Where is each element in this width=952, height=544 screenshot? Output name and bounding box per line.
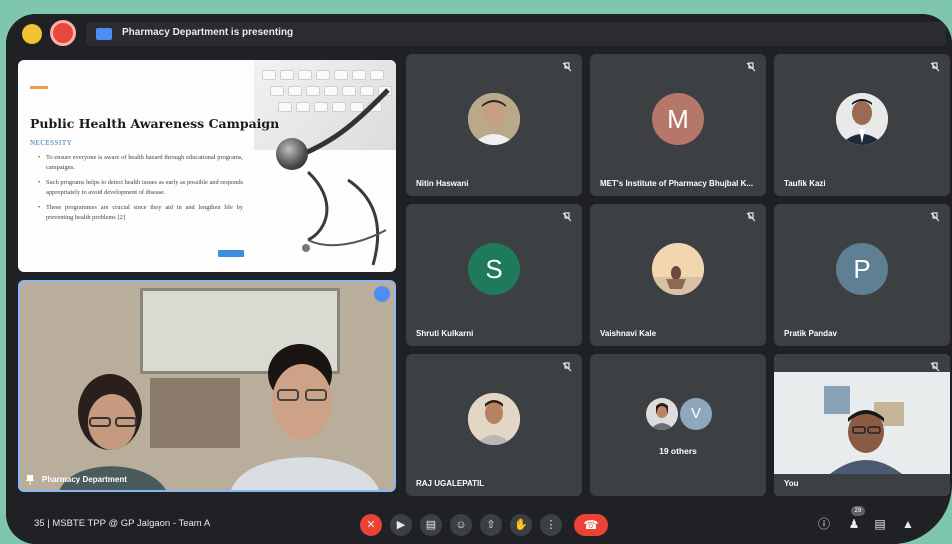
participant-tile[interactable]: RAJ UGALEPATIL [406, 354, 582, 496]
stethoscope-chestpiece [276, 138, 308, 170]
mic-off-icon [930, 62, 940, 72]
slide-bullets: To ensure everyone is aware of health ha… [38, 153, 243, 228]
mic-off-icon [746, 62, 756, 72]
slide-tag [218, 250, 244, 257]
self-video [774, 372, 950, 474]
presenting-banner: Pharmacy Department is presenting [86, 22, 946, 46]
participant-name: Pratik Pandav [784, 329, 837, 338]
participant-name: MET's Institute of Pharmacy Bhujbal K... [600, 179, 754, 188]
participant-name: Taufik Kazi [784, 179, 826, 188]
participant-avatar [468, 93, 520, 145]
window-frame: Pharmacy Department is presenting Public… [0, 0, 952, 544]
slide-bullet: Such programs helps to detect health iss… [38, 178, 243, 198]
participant-name: Nitin Haswani [416, 179, 469, 188]
mic-off-icon [562, 362, 572, 372]
record-icon[interactable] [50, 20, 76, 46]
yellow-dot-icon[interactable] [22, 24, 42, 44]
shared-slide[interactable]: Public Health Awareness Campaign NECESSI… [18, 60, 396, 272]
others-avatar-letter: V [680, 398, 712, 430]
present-screen-icon [96, 28, 112, 40]
raise-hand-button[interactable]: ✋ [510, 514, 532, 536]
participant-tile[interactable]: Taufik Kazi [774, 54, 950, 196]
info-icon[interactable]: ⓘ [816, 516, 832, 532]
participant-tile[interactable]: Nitin Haswani [406, 54, 582, 196]
stethoscope-image [297, 88, 390, 266]
people-icon[interactable]: ♟ [846, 516, 862, 532]
mic-off-icon [746, 212, 756, 222]
participant-name: Vaishnavi Kale [600, 329, 657, 338]
self-video-tile[interactable]: You [774, 354, 950, 496]
slide-bullet: To ensure everyone is aware of health ha… [38, 153, 243, 173]
participant-name: RAJ UGALEPATIL [416, 479, 485, 488]
participant-avatar: P [836, 243, 888, 295]
presenting-text: Pharmacy Department is presenting [122, 27, 294, 38]
slide-subtitle: NECESSITY [30, 139, 73, 147]
participant-avatar: M [652, 93, 704, 145]
pinned-video-tile[interactable]: Pharmacy Department [18, 280, 396, 492]
speaking-indicator-icon [374, 286, 390, 302]
chat-icon[interactable]: ▤ [872, 516, 888, 532]
emoji-button[interactable]: ☺ [450, 514, 472, 536]
meeting-name: 35 | MSBTE TPP @ GP Jalgaon - Team A [34, 518, 211, 529]
participant-tile[interactable]: M MET's Institute of Pharmacy Bhujbal K.… [590, 54, 766, 196]
person-left-image [59, 374, 166, 490]
camera-toggle-button[interactable]: ▶ [390, 514, 412, 536]
mic-toggle-button[interactable]: ✕ [360, 514, 382, 536]
captions-button[interactable]: ▤ [420, 514, 442, 536]
participant-name: Shruti Kulkarni [416, 329, 474, 338]
self-tile-footer [774, 474, 950, 496]
others-avatar-photo [646, 398, 678, 430]
slide-bullet: These programmes are crucial since they … [38, 203, 243, 223]
slide-accent-line [30, 86, 48, 89]
participant-name: You [784, 479, 799, 488]
participant-avatar [836, 93, 888, 145]
slide-title: Public Health Awareness Campaign [30, 116, 280, 131]
person-right-image [231, 344, 379, 490]
pin-icon[interactable] [26, 475, 34, 485]
participant-count-badge: 29 [851, 506, 865, 516]
participant-tile[interactable]: P Pratik Pandav [774, 204, 950, 346]
participant-avatar: S [468, 243, 520, 295]
present-button[interactable]: ⇧ [480, 514, 502, 536]
participant-avatar [468, 393, 520, 445]
mic-off-icon [930, 212, 940, 222]
self-tile-header [774, 354, 950, 372]
mic-off-icon [930, 362, 940, 372]
participant-tile[interactable]: S Shruti Kulkarni [406, 204, 582, 346]
activities-icon[interactable]: ▲ [900, 516, 916, 532]
pinned-tile-name: Pharmacy Department [42, 475, 127, 484]
bottom-toolbar: 35 | MSBTE TPP @ GP Jalgaon - Team A ✕ ▶… [6, 504, 952, 544]
meet-screen: Pharmacy Department is presenting Public… [6, 14, 952, 544]
mic-off-icon [562, 62, 572, 72]
participant-tile[interactable]: Vaishnavi Kale [590, 204, 766, 346]
others-count: 19 others [659, 446, 697, 456]
leave-call-button[interactable]: ☎ [574, 514, 608, 536]
mic-off-icon [562, 212, 572, 222]
top-bar: Pharmacy Department is presenting [6, 14, 952, 50]
participant-avatar [652, 243, 704, 295]
participant-tile-others[interactable]: V 19 others [590, 354, 766, 496]
more-options-button[interactable]: ⋮ [540, 514, 562, 536]
